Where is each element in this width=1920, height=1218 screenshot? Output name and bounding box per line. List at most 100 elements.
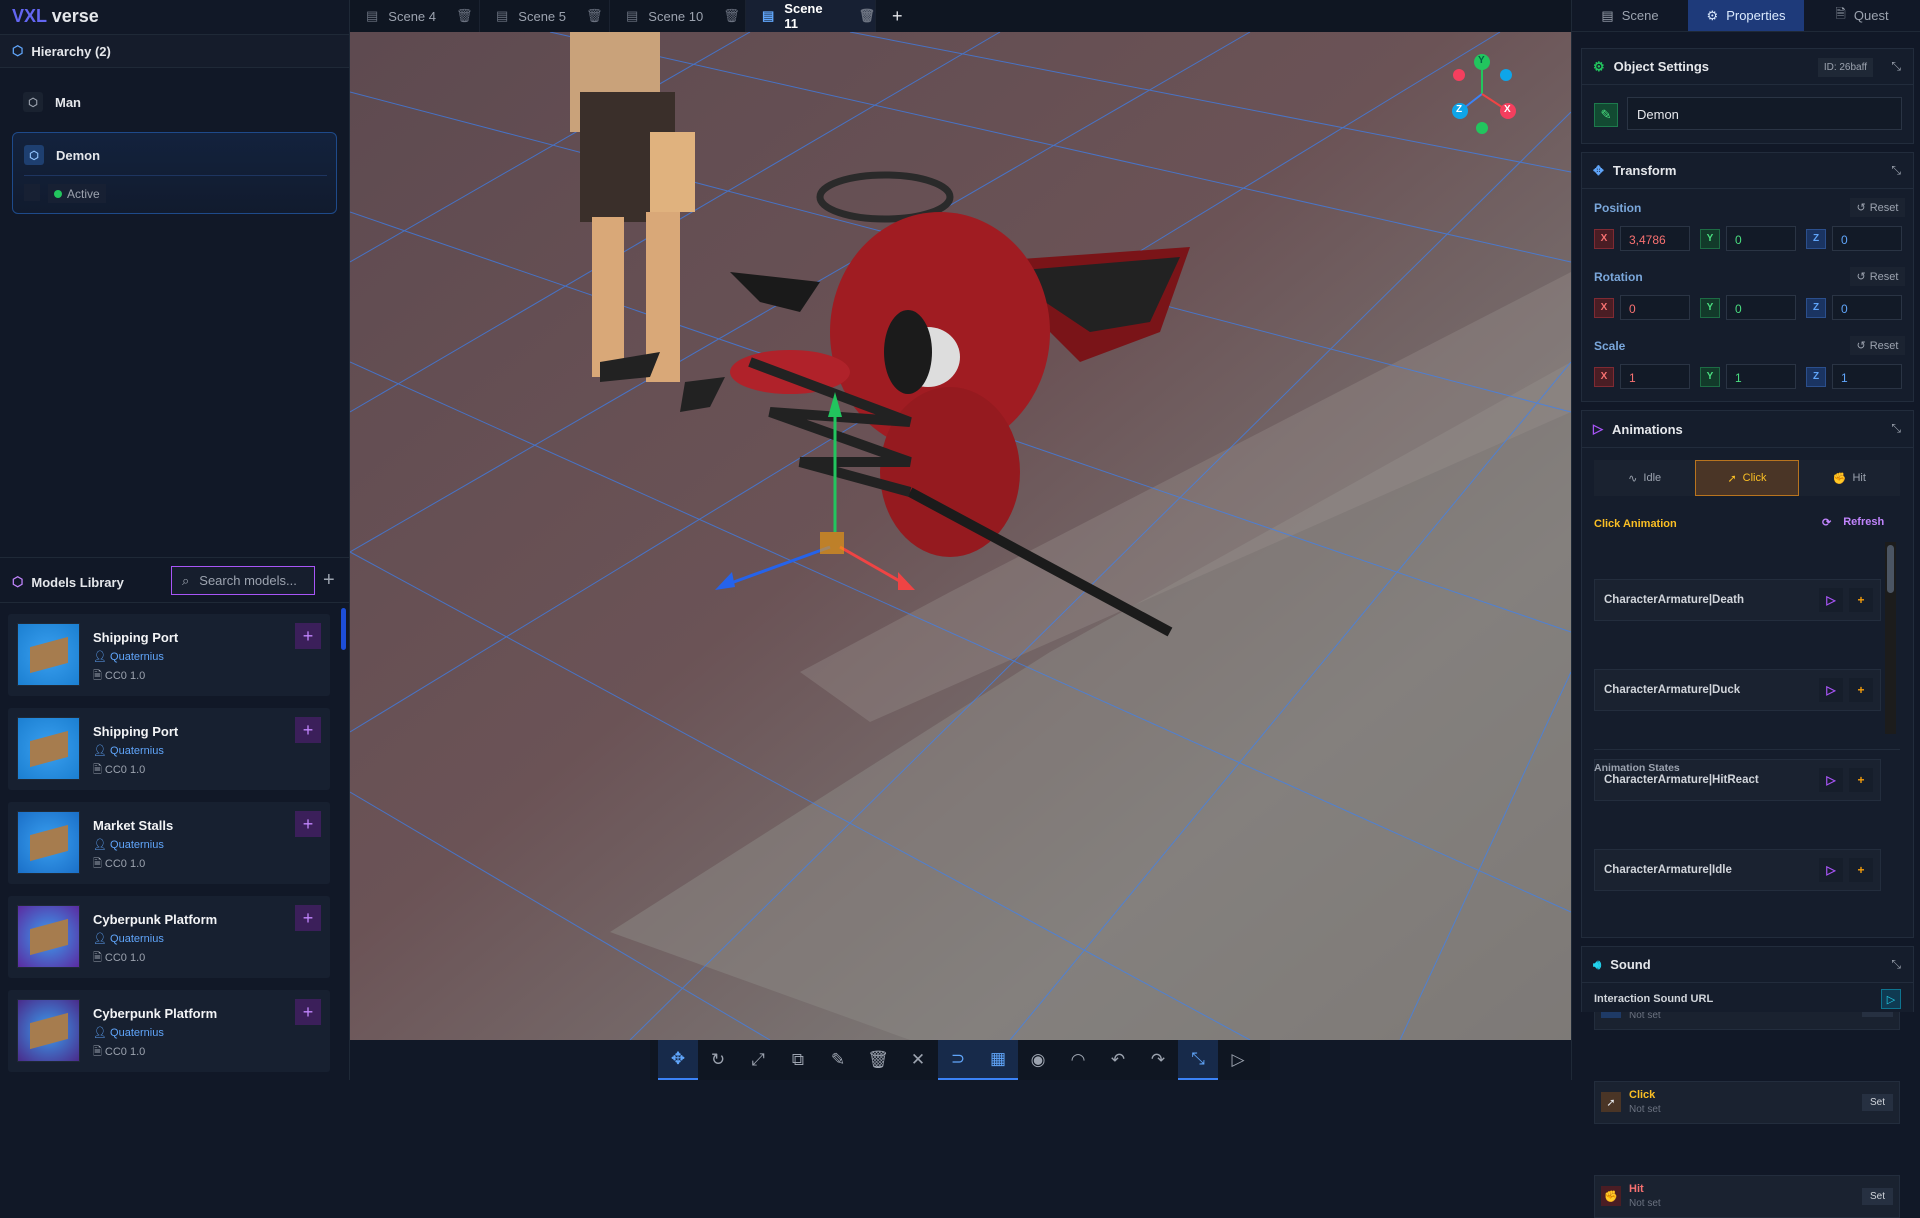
scale-reset-button[interactable]: ↺ Reset	[1850, 336, 1905, 355]
delete-button[interactable]: 🗑︎	[858, 1040, 898, 1080]
tab-quest[interactable]: 🗎 Quest	[1804, 0, 1920, 31]
rotation-x-input[interactable]: 0	[1620, 295, 1690, 320]
trash-icon[interactable]: 🗑︎	[723, 8, 740, 24]
animation-item[interactable]: CharacterArmature|Death ▷ +	[1594, 579, 1881, 621]
play-animation-button[interactable]: ▷	[1819, 588, 1843, 612]
collapse-icon[interactable]: ⤡	[1891, 957, 1901, 972]
position-y-input[interactable]: 0	[1726, 226, 1796, 251]
tab-scene[interactable]: ▤ Scene	[1572, 0, 1688, 31]
search-models-input[interactable]: ⌕ Search models...	[171, 566, 315, 595]
hand-icon: ✊	[1832, 472, 1847, 485]
model-author[interactable]: 👤︎ Quaternius	[93, 650, 164, 663]
mode-click[interactable]: ➚ Click	[1695, 460, 1799, 496]
set-state-button[interactable]: Set	[1862, 1094, 1893, 1111]
hierarchy-item-man[interactable]: ⬡ Man	[23, 92, 81, 112]
add-animation-button[interactable]: +	[1849, 858, 1873, 882]
move-tool-button[interactable]: ✥	[658, 1040, 698, 1080]
trash-icon[interactable]: 🗑︎	[456, 8, 473, 24]
animation-state-hit: ✊ Hit Not set Set	[1594, 1175, 1900, 1218]
model-name: Shipping Port	[93, 724, 179, 739]
animation-list-scrollbar[interactable]	[1885, 542, 1896, 734]
set-state-button[interactable]: Set	[1862, 1188, 1893, 1205]
play-animation-button[interactable]: ▷	[1819, 768, 1843, 792]
add-animation-button[interactable]: +	[1849, 588, 1873, 612]
model-thumbnail	[17, 999, 80, 1062]
model-author[interactable]: 👤︎ Quaternius	[93, 1026, 164, 1039]
left-panel: VXL verse ⬡ Hierarchy (2) ⬡ Man ⬡ Demon …	[0, 0, 350, 1080]
model-card[interactable]: Cyberpunk Platform 👤︎ Quaternius 🗎 CC0 1…	[8, 896, 330, 978]
tab-scene-5[interactable]: ▤ Scene 5 🗑︎	[480, 0, 610, 32]
model-card[interactable]: Cyberpunk Platform 👤︎ Quaternius 🗎 CC0 1…	[8, 990, 330, 1072]
reset-icon: ↺	[1856, 202, 1866, 214]
play-button[interactable]: ▷	[1218, 1040, 1258, 1080]
play-animation-button[interactable]: ▷	[1819, 678, 1843, 702]
close-button[interactable]: ✕	[898, 1040, 938, 1080]
scale-y-input[interactable]: 1	[1726, 364, 1796, 389]
paint-brush-button[interactable]: ✎	[818, 1040, 858, 1080]
scale-x-input[interactable]: 1	[1620, 364, 1690, 389]
refresh-icon: ⟳	[1822, 517, 1832, 529]
add-model-to-scene-button[interactable]: +	[295, 717, 321, 743]
animation-item[interactable]: CharacterArmature|Idle ▷ +	[1594, 849, 1881, 891]
rotate-tool-button[interactable]: ↻	[698, 1040, 738, 1080]
object-name-input[interactable]: Demon	[1627, 97, 1902, 130]
position-x-input[interactable]: 3,4786	[1620, 226, 1690, 251]
add-animation-button[interactable]: +	[1849, 768, 1873, 792]
orientation-gizmo[interactable]: Y Z X	[1432, 46, 1542, 146]
add-model-button[interactable]: +	[323, 569, 335, 592]
scale-tool-button[interactable]: ⤢	[738, 1040, 778, 1080]
z-axis-label: Z	[1806, 297, 1826, 318]
model-card[interactable]: Market Stalls 👤︎ Quaternius 🗎 CC0 1.0 +	[8, 802, 330, 884]
tab-scene-4[interactable]: ▤ Scene 4 🗑︎	[350, 0, 480, 32]
right-panel: ▤ Scene ⚙ Properties 🗎 Quest ⚙ Object Settin…	[1571, 0, 1920, 1218]
collapse-icon[interactable]: ⤡	[1891, 421, 1901, 436]
3d-viewport[interactable]: Y Z X	[350, 32, 1571, 1040]
model-author[interactable]: 👤︎ Quaternius	[93, 744, 164, 757]
mode-hit[interactable]: ✊ Hit	[1799, 460, 1900, 496]
trash-icon[interactable]: 🗑︎	[586, 8, 603, 24]
rotation-y-input[interactable]: 0	[1726, 295, 1796, 320]
layout-icon: ▤	[366, 8, 379, 23]
tab-scene-10[interactable]: ▤ Scene 10 🗑︎	[610, 0, 746, 32]
position-z-input[interactable]: 0	[1832, 226, 1902, 251]
scale-z-input[interactable]: 1	[1832, 364, 1902, 389]
undo-button[interactable]: ↶	[1098, 1040, 1138, 1080]
add-model-to-scene-button[interactable]: +	[295, 905, 321, 931]
collapse-icon[interactable]: ⤡	[1891, 163, 1901, 178]
add-model-to-scene-button[interactable]: +	[295, 811, 321, 837]
add-model-to-scene-button[interactable]: +	[295, 623, 321, 649]
model-card[interactable]: Shipping Port 👤︎ Quaternius 🗎 CC0 1.0 +	[8, 708, 330, 790]
click-animation-label: Click Animation	[1594, 518, 1677, 530]
speed-gauge-button[interactable]: ◠	[1058, 1040, 1098, 1080]
minimize-button[interactable]: ⤡	[1178, 1040, 1218, 1080]
animation-item[interactable]: CharacterArmature|Duck ▷ +	[1594, 669, 1881, 711]
snap-magnet-button[interactable]: ⊃	[938, 1040, 978, 1080]
state-icon: ➚	[1601, 1092, 1621, 1112]
tab-properties[interactable]: ⚙ Properties	[1688, 0, 1804, 31]
tab-scene-11[interactable]: ▤ Scene 11 🗑︎	[746, 0, 876, 32]
trash-icon[interactable]: 🗑︎	[858, 8, 875, 24]
model-thumbnail	[17, 623, 80, 686]
redo-button[interactable]: ↷	[1138, 1040, 1178, 1080]
visibility-eye-button[interactable]: ◉	[1018, 1040, 1058, 1080]
play-sound-button[interactable]: ▷	[1881, 989, 1901, 1009]
refresh-button[interactable]: ⟳ Refresh	[1822, 516, 1884, 529]
viewport-toolbar: ✥ ↻ ⤢ ⧉ ✎ 🗑︎ ✕ ⊃ ▦ ◉ ◠ ↶ ↷ ⤡ ▷	[650, 1040, 1270, 1080]
hierarchy-item-demon[interactable]: ⬡ Demon Active	[12, 132, 337, 214]
add-model-to-scene-button[interactable]: +	[295, 999, 321, 1025]
rotation-reset-button[interactable]: ↺ Reset	[1850, 267, 1905, 286]
collapse-icon[interactable]: ⤡	[1891, 59, 1901, 74]
duplicate-button[interactable]: ⧉	[778, 1040, 818, 1080]
model-author[interactable]: 👤︎ Quaternius	[93, 838, 164, 851]
model-author[interactable]: 👤︎ Quaternius	[93, 932, 164, 945]
model-card[interactable]: Shipping Port 👤︎ Quaternius 🗎 CC0 1.0 +	[8, 614, 330, 696]
library-scrollbar[interactable]	[341, 608, 346, 650]
add-tab-button[interactable]: +	[876, 0, 916, 32]
grid-toggle-button[interactable]: ▦	[978, 1040, 1018, 1080]
mode-idle[interactable]: ∿ Idle	[1594, 460, 1695, 496]
rotation-z-input[interactable]: 0	[1832, 295, 1902, 320]
position-reset-button[interactable]: ↺ Reset	[1850, 198, 1905, 217]
file-icon: 🗎	[93, 764, 102, 776]
play-animation-button[interactable]: ▷	[1819, 858, 1843, 882]
add-animation-button[interactable]: +	[1849, 678, 1873, 702]
